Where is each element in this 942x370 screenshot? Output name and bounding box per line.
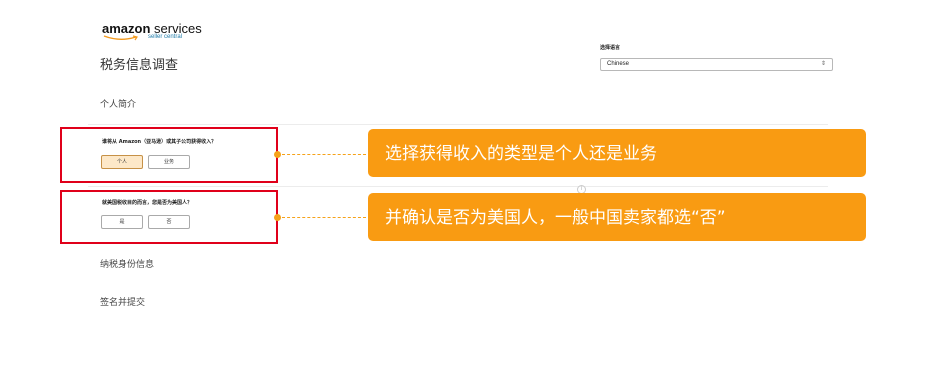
yes-button[interactable]: 是	[101, 215, 143, 229]
amazon-services-logo: amazon services seller central	[102, 21, 202, 41]
business-button[interactable]: 业务	[148, 155, 190, 169]
income-type-question: 谁将从 Amazon（亚马逊）或其子公司获得收入？	[102, 139, 217, 145]
section-sign-submit[interactable]: 签名并提交	[100, 295, 145, 308]
section-tax-identity[interactable]: 纳税身份信息	[100, 257, 154, 270]
connector-dot	[274, 214, 281, 221]
callout-income-type: 选择获得收入的类型是个人还是业务	[368, 129, 866, 177]
section-profile[interactable]: 个人简介	[100, 97, 136, 110]
us-person-question: 就美国税收目的而言，您是否为美国人？	[102, 200, 193, 206]
divider	[88, 186, 828, 187]
page-title: 税务信息调查	[100, 58, 179, 73]
connector-dot	[274, 151, 281, 158]
language-label: 选择语言	[600, 45, 621, 51]
chevron-updown-icon: ⇕	[820, 61, 826, 67]
connector-line	[282, 217, 366, 218]
language-select[interactable]: Chinese ⇕	[600, 58, 833, 71]
logo-brand: amazon	[102, 21, 151, 36]
language-selected-value: Chinese	[607, 61, 630, 67]
callout-us-person: 并确认是否为美国人，一般中国卖家都选“否”	[368, 193, 866, 241]
connector-line	[282, 154, 366, 155]
no-button[interactable]: 否	[148, 215, 190, 229]
divider	[88, 124, 828, 125]
individual-button[interactable]: 个人	[101, 155, 143, 169]
